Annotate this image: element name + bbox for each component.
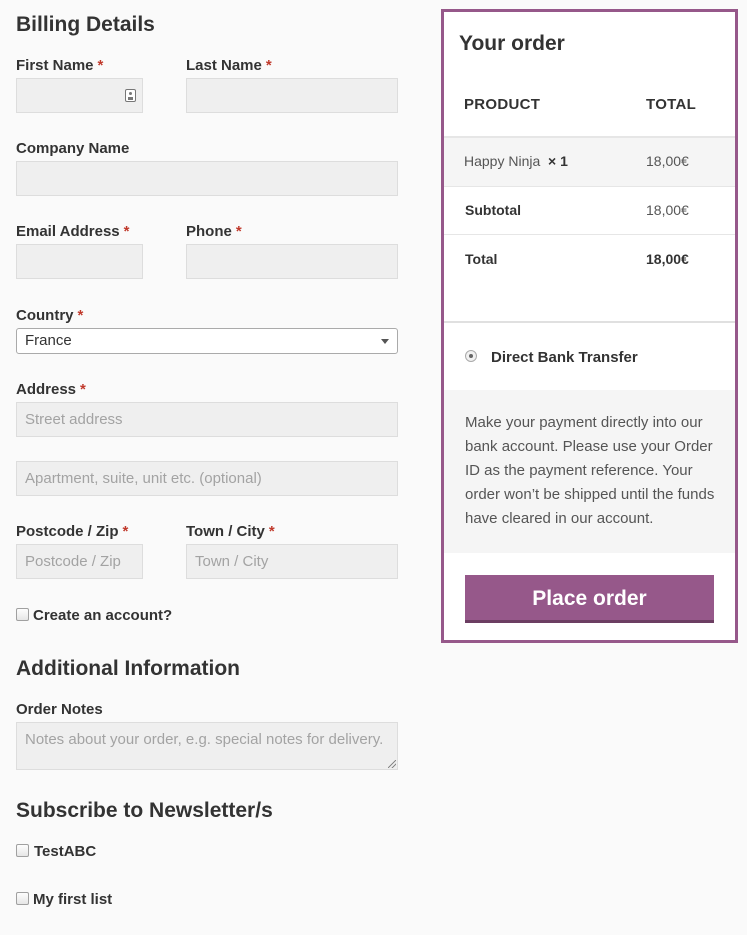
order-review-panel: Your order PRODUCT TOTAL Happy Ninja × 1…	[441, 9, 738, 643]
caret-down-icon[interactable]	[381, 339, 389, 344]
newsletter-label-first-list[interactable]: My first list	[33, 891, 112, 908]
order-title: Your order	[459, 32, 565, 55]
town-label: Town / City *	[186, 523, 275, 540]
address-label: Address *	[16, 381, 86, 398]
additional-info-heading: Additional Information	[16, 657, 240, 680]
apartment-input[interactable]: Apartment, suite, unit etc. (optional)	[16, 461, 398, 496]
row-divider	[444, 234, 735, 235]
town-input[interactable]: Town / City	[186, 544, 398, 579]
bank-transfer-label[interactable]: Direct Bank Transfer	[491, 349, 638, 366]
postcode-label: Postcode / Zip *	[16, 523, 129, 540]
bank-transfer-radio[interactable]	[465, 350, 477, 362]
phone-label: Phone *	[186, 223, 242, 240]
resize-handle-icon[interactable]	[388, 760, 396, 768]
newsletter-checkbox-testabc[interactable]	[16, 844, 29, 857]
billing-heading: Billing Details	[16, 13, 155, 36]
first-name-label: First Name *	[16, 57, 104, 74]
subtotal-value: 18,00€	[646, 202, 689, 218]
country-value: France	[25, 332, 72, 349]
contact-card-icon[interactable]	[125, 89, 136, 102]
payment-description: Make your payment directly into our bank…	[465, 414, 715, 527]
newsletter-label-testabc[interactable]: TestABC	[34, 843, 96, 860]
company-input[interactable]	[16, 161, 398, 196]
email-label: Email Address *	[16, 223, 130, 240]
order-notes-textarea[interactable]: Notes about your order, e.g. special not…	[16, 722, 398, 770]
order-item-name: Happy Ninja × 1	[464, 153, 568, 169]
order-notes-placeholder: Notes about your order, e.g. special not…	[25, 731, 384, 748]
street-address-input[interactable]: Street address	[16, 402, 398, 437]
place-order-button[interactable]: Place order	[465, 575, 714, 623]
create-account-label[interactable]: Create an account?	[33, 607, 172, 624]
country-label: Country *	[16, 307, 84, 324]
order-notes-label: Order Notes	[16, 701, 103, 718]
company-label: Company Name	[16, 140, 130, 157]
email-input[interactable]	[16, 244, 143, 279]
total-value: 18,00€	[646, 251, 689, 267]
order-item-total: 18,00€	[646, 153, 689, 169]
subtotal-label: Subtotal	[465, 202, 521, 218]
newsletter-heading: Subscribe to Newsletter/s	[16, 799, 273, 822]
country-select[interactable]: France	[16, 328, 398, 354]
first-name-input[interactable]	[16, 78, 143, 113]
phone-input[interactable]	[186, 244, 398, 279]
create-account-checkbox[interactable]	[16, 608, 29, 621]
row-divider	[444, 186, 735, 187]
last-name-input[interactable]	[186, 78, 398, 113]
payment-divider	[444, 321, 735, 323]
total-column-header: TOTAL	[646, 96, 697, 113]
newsletter-checkbox-first-list[interactable]	[16, 892, 29, 905]
total-label: Total	[465, 251, 498, 267]
last-name-label: Last Name *	[186, 57, 272, 74]
postcode-input[interactable]: Postcode / Zip	[16, 544, 143, 579]
product-column-header: PRODUCT	[464, 96, 541, 113]
